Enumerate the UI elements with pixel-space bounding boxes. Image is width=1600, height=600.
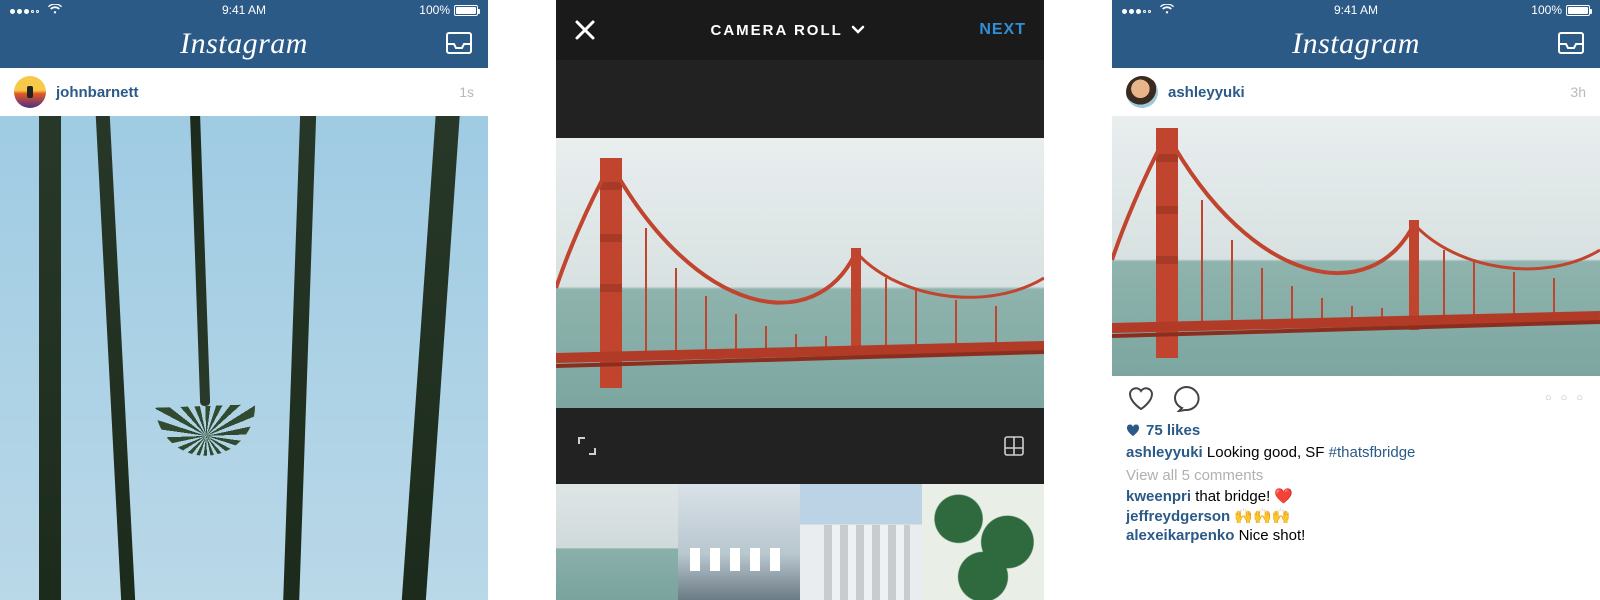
wifi-icon (1160, 4, 1174, 14)
caption-text: Looking good, SF (1207, 444, 1325, 461)
caption-user[interactable]: ashleyyuki (1126, 444, 1203, 461)
post-header: johnbarnett 1s (0, 68, 488, 116)
instagram-logo: Instagram (180, 27, 308, 61)
caption-hashtag[interactable]: #thatsfbridge (1329, 444, 1416, 461)
battery-percent: 100% (1531, 3, 1562, 17)
status-left (10, 3, 62, 17)
comment-text: Nice shot! (1239, 527, 1306, 544)
comment: kweenpri that bridge! ❤️ (1112, 486, 1600, 506)
post-photo[interactable] (0, 116, 488, 600)
thumbnail[interactable] (556, 484, 678, 600)
bridge-photo-illustration (556, 138, 1044, 408)
layout-grid-icon[interactable] (1004, 436, 1024, 456)
thumbnail[interactable] (678, 484, 800, 600)
cellular-signal-icon (1122, 9, 1151, 14)
inbox-icon[interactable] (446, 32, 472, 54)
likes-count[interactable]: 75 likes (1112, 420, 1600, 441)
expand-crop-icon[interactable] (576, 435, 598, 457)
feed-screen-landscape: 9:41 AM 100% Instagram ashleyyuki 3h (1112, 0, 1600, 600)
battery-percent: 100% (419, 3, 450, 17)
battery-icon (1566, 5, 1590, 16)
post-username[interactable]: ashleyyuki (1168, 84, 1245, 101)
status-right: 100% (1531, 3, 1590, 17)
comment-text: that bridge! ❤️ (1195, 488, 1293, 505)
post-photo[interactable] (1112, 116, 1600, 376)
heart-filled-icon (1126, 424, 1140, 437)
picker-title[interactable]: CAMERA ROLL (711, 22, 865, 39)
chevron-down-icon (851, 25, 865, 35)
nav-bar: Instagram (0, 20, 488, 68)
bridge-photo-illustration (1112, 116, 1600, 376)
crop-toolbar (556, 408, 1044, 484)
post-timestamp: 1s (459, 84, 474, 100)
comment: alexeikarpenko Nice shot! (1112, 526, 1600, 545)
post-caption: ashleyyuki Looking good, SF #thatsfbridg… (1112, 441, 1600, 465)
feed-screen-portrait: 9:41 AM 100% Instagram johnbarnett 1s (0, 0, 488, 600)
post-actions: ○ ○ ○ (1112, 376, 1600, 420)
avatar[interactable] (14, 76, 46, 108)
status-bar: 9:41 AM 100% (0, 0, 488, 20)
comment-icon[interactable] (1172, 384, 1202, 412)
letterbox-top (556, 60, 1044, 138)
close-icon[interactable] (574, 19, 596, 41)
more-icon[interactable]: ○ ○ ○ (1545, 392, 1586, 404)
view-all-comments[interactable]: View all 5 comments (1112, 465, 1600, 486)
likes-text: 75 likes (1146, 422, 1200, 439)
next-button[interactable]: NEXT (979, 21, 1026, 39)
comment-text: 🙌🙌🙌 (1234, 508, 1290, 525)
battery-icon (454, 5, 478, 16)
picker-nav: CAMERA ROLL NEXT (556, 0, 1044, 60)
cellular-signal-icon (10, 9, 39, 14)
thumbnail[interactable] (922, 484, 1044, 600)
post-username[interactable]: johnbarnett (56, 84, 139, 101)
post-header: ashleyyuki 3h (1112, 68, 1600, 116)
thumbnail[interactable] (800, 484, 922, 600)
inbox-icon[interactable] (1558, 32, 1584, 54)
status-time: 9:41 AM (1112, 3, 1600, 17)
photo-picker-screen: CAMERA ROLL NEXT (556, 0, 1044, 600)
like-icon[interactable] (1126, 384, 1156, 412)
picker-title-text: CAMERA ROLL (711, 22, 843, 39)
post-timestamp: 3h (1570, 84, 1586, 100)
crop-stage[interactable] (556, 60, 1044, 484)
crop-preview[interactable] (556, 138, 1044, 408)
status-time: 9:41 AM (0, 3, 488, 17)
comment-user[interactable]: alexeikarpenko (1126, 527, 1234, 544)
wifi-icon (48, 4, 62, 14)
status-left (1122, 3, 1174, 17)
avatar[interactable] (1126, 76, 1158, 108)
camera-roll-thumbnails (556, 484, 1044, 600)
comment-user[interactable]: jeffreydgerson (1126, 508, 1230, 525)
comment: jeffreydgerson 🙌🙌🙌 (1112, 506, 1600, 526)
nav-bar: Instagram (1112, 20, 1600, 68)
status-right: 100% (419, 3, 478, 17)
status-bar: 9:41 AM 100% (1112, 0, 1600, 20)
instagram-logo: Instagram (1292, 27, 1420, 61)
comment-user[interactable]: kweenpri (1126, 488, 1191, 505)
